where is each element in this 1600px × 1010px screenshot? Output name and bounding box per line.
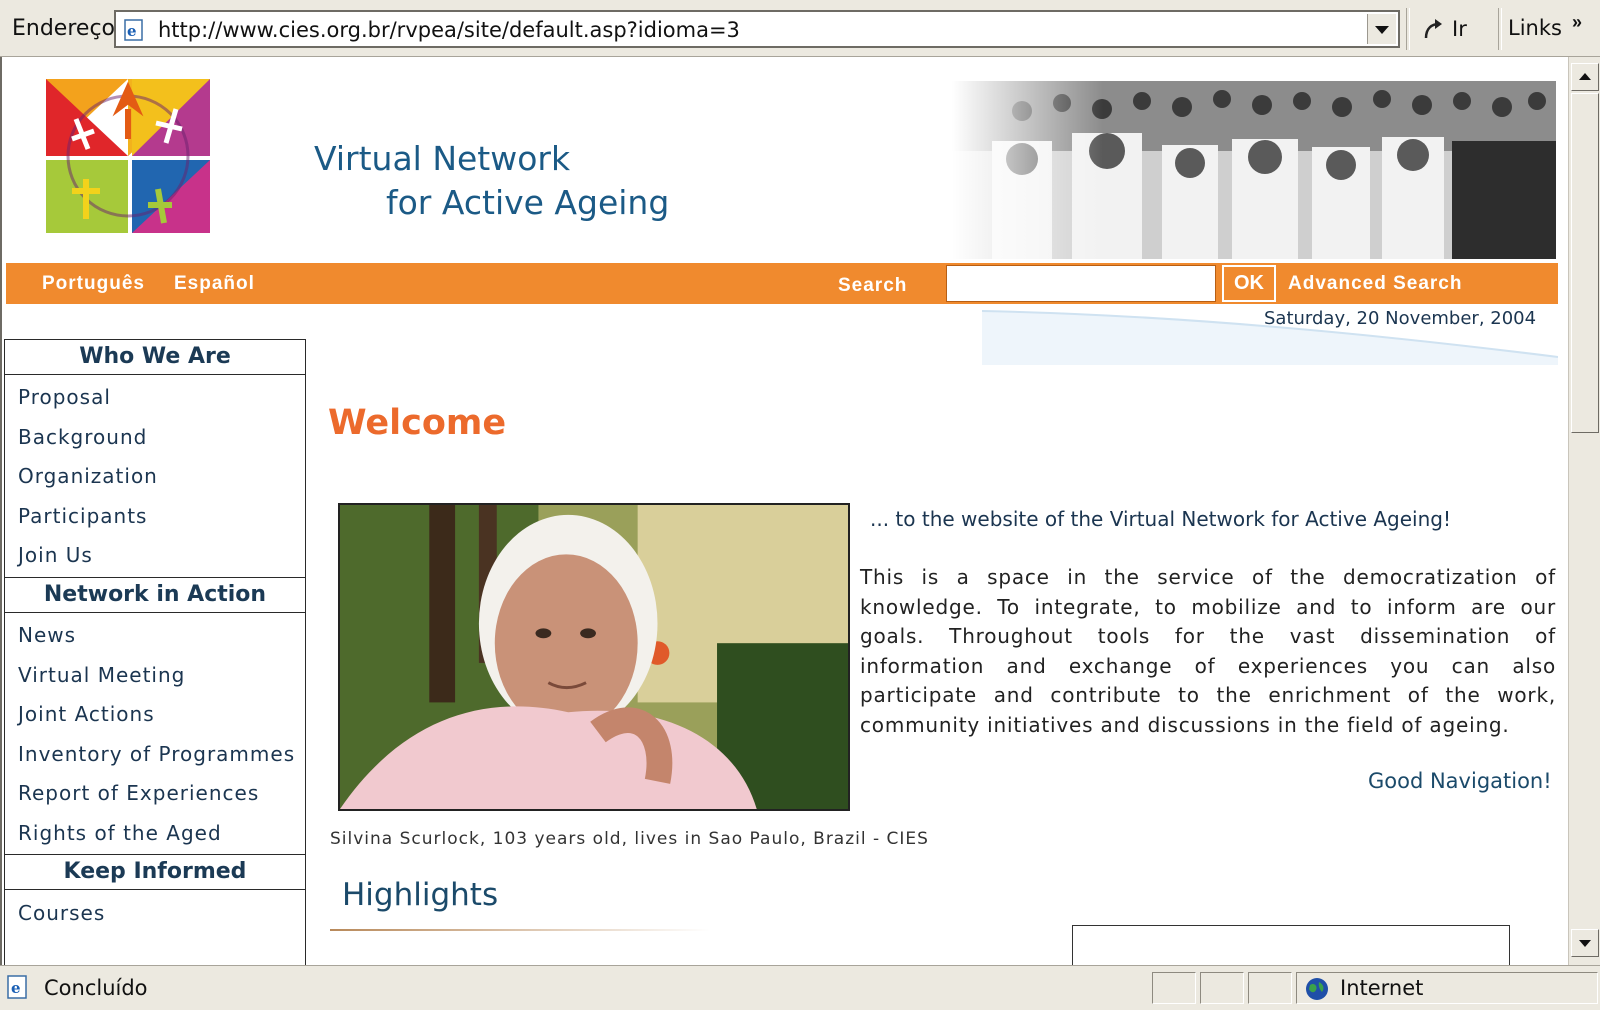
sidebar-section-network-in-action: Network in Action: [4, 577, 306, 613]
status-cell: [1200, 972, 1244, 1004]
go-label: Ir: [1452, 17, 1467, 41]
links-toolbar-button[interactable]: Links: [1508, 16, 1562, 40]
sidebar-section-keep-informed: Keep Informed: [4, 854, 306, 890]
highlights-divider: [330, 929, 710, 931]
sidebar-item-report-of-experiences[interactable]: Report of Experiences: [18, 781, 259, 805]
search-label: Search: [838, 275, 908, 296]
security-zone-text: Internet: [1340, 976, 1424, 1000]
highlights-heading: Highlights: [342, 877, 499, 913]
scroll-thumb[interactable]: [1571, 93, 1599, 433]
address-dropdown-button[interactable]: [1367, 14, 1396, 44]
status-cell: [1152, 972, 1196, 1004]
address-label: Endereço: [12, 16, 115, 41]
search-input[interactable]: [946, 265, 1216, 302]
chevron-more-icon[interactable]: »: [1572, 12, 1582, 33]
address-bar: Endereço e Ir Links »: [0, 0, 1600, 57]
status-cell: [1248, 972, 1292, 1004]
scroll-down-button[interactable]: [1571, 929, 1599, 957]
language-link-portugues[interactable]: Português: [42, 273, 145, 295]
current-date: Saturday, 20 November, 2004: [1264, 308, 1537, 329]
highlights-box: [1072, 925, 1510, 965]
globe-icon: [1306, 978, 1328, 1000]
language-link-espanol[interactable]: Español: [174, 273, 255, 295]
sidebar-section-who-we-are: Who We Are: [4, 339, 306, 375]
site-title-line1: Virtual Network: [314, 139, 571, 178]
top-nav-bar: Português Español Search OK Advanced Sea…: [6, 263, 1558, 304]
sidebar-item-courses[interactable]: Courses: [18, 901, 105, 925]
divider: [1498, 8, 1502, 50]
welcome-heading: Welcome: [328, 403, 507, 443]
address-field[interactable]: e: [114, 10, 1400, 48]
header-crowd-photo: [952, 81, 1556, 259]
status-text: Concluído: [44, 976, 148, 1000]
divider: [1406, 8, 1410, 50]
sidebar-nav: Who We Are Proposal Background Organizat…: [4, 339, 306, 965]
photo-caption: Silvina Scurlock, 103 years old, lives i…: [330, 829, 929, 849]
svg-text:e: e: [11, 979, 21, 997]
status-bar: e Concluído Internet: [0, 965, 1600, 1010]
go-button[interactable]: Ir: [1416, 12, 1496, 48]
sidebar-item-inventory-of-programmes[interactable]: Inventory of Programmes: [18, 742, 295, 766]
sidebar-item-proposal[interactable]: Proposal: [18, 385, 111, 409]
scroll-up-button[interactable]: [1571, 63, 1599, 91]
go-arrow-icon: [1424, 19, 1442, 39]
sidebar-section-body: [4, 613, 306, 854]
sidebar-item-join-us[interactable]: Join Us: [18, 543, 93, 567]
url-input[interactable]: [158, 17, 1338, 43]
sidebar-item-rights-of-the-aged[interactable]: Rights of the Aged: [18, 821, 222, 845]
sidebar-item-virtual-meeting[interactable]: Virtual Meeting: [18, 663, 185, 687]
sidebar-item-organization[interactable]: Organization: [18, 464, 158, 488]
sidebar-item-background[interactable]: Background: [18, 425, 147, 449]
ie-page-icon: e: [124, 19, 143, 41]
welcome-tagline: ... to the website of the Virtual Networ…: [870, 507, 1451, 531]
site-logo[interactable]: [46, 79, 210, 233]
sidebar-item-joint-actions[interactable]: Joint Actions: [18, 702, 155, 726]
vertical-scrollbar[interactable]: [1568, 57, 1600, 965]
intro-paragraph: This is a space in the service of the de…: [860, 565, 1556, 737]
search-ok-button[interactable]: OK: [1222, 265, 1276, 302]
good-navigation-text: Good Navigation!: [1368, 769, 1552, 793]
sidebar-item-participants[interactable]: Participants: [18, 504, 147, 528]
advanced-search-link[interactable]: Advanced Search: [1288, 273, 1462, 295]
featured-photo: [338, 503, 850, 811]
site-title-line2: for Active Ageing: [386, 183, 670, 222]
sidebar-item-news[interactable]: News: [18, 623, 76, 647]
svg-text:e: e: [127, 22, 137, 40]
page-viewport: Virtual Network for Active Ageing Portug…: [0, 57, 1600, 965]
ie-page-icon: e: [7, 975, 27, 999]
